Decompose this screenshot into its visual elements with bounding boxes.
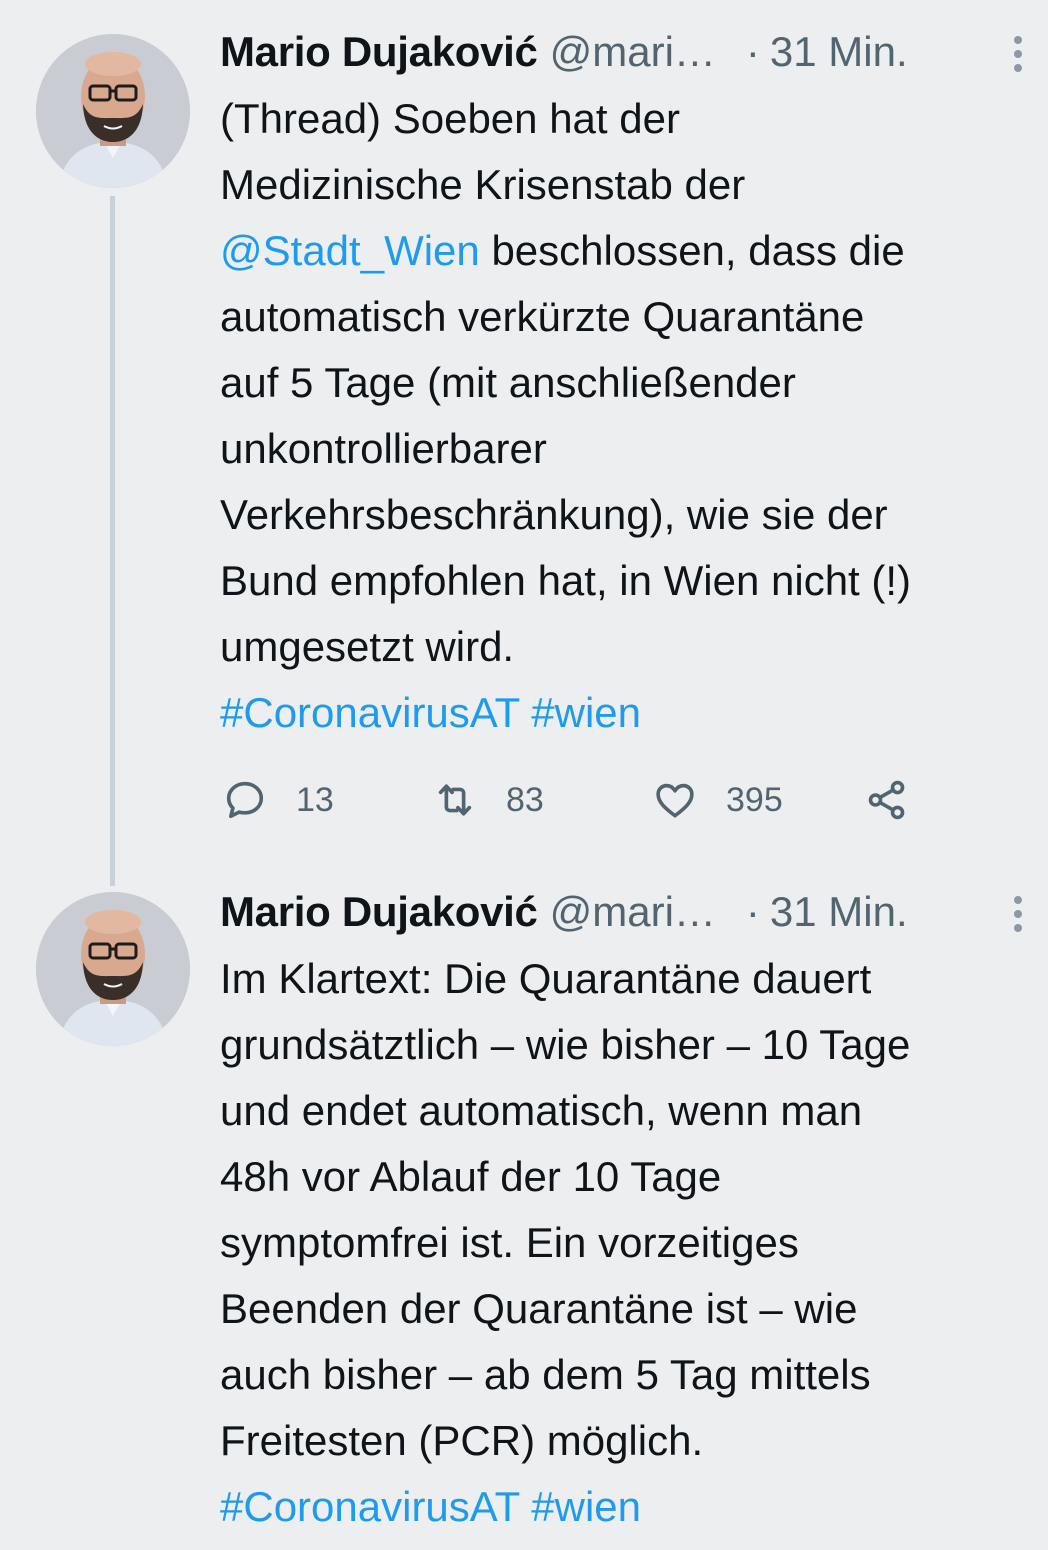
reply-count: 13 <box>296 780 334 819</box>
tweet-text: (Thread) Soeben hat der Medizinische Kri… <box>220 86 1040 746</box>
avatar[interactable] <box>36 34 190 188</box>
tweet-text-line: automatisch verkürzte Quarantäne <box>220 293 865 340</box>
hashtag-link[interactable]: #CoronavirusAT <box>220 689 520 736</box>
tweet-text-segment: beschlossen, dass die <box>491 227 905 274</box>
tweet-text-line: @Stadt_Wien beschlossen, dass die <box>220 218 1040 284</box>
tweet-text-line: und endet automatisch, wenn man <box>220 1087 863 1134</box>
retweet-count: 83 <box>506 780 544 819</box>
hashtag-line: #CoronavirusAT #wien <box>220 680 1040 746</box>
tweet-text-line: unkontrollierbarer <box>220 425 547 472</box>
mention-link[interactable]: @Stadt_Wien <box>220 227 480 274</box>
tweet-text: Im Klartext: Die Quarantäne dauert grund… <box>220 946 1040 1540</box>
header-separator: · <box>745 28 760 75</box>
tweet-content: Mario Dujaković @mari… · 31 Min. (Thread… <box>220 22 1038 746</box>
tweet-text-line: Verkehrsbeschränkung), wie sie der <box>220 491 888 538</box>
hashtag-link[interactable]: #wien <box>531 1483 641 1530</box>
retweet-button[interactable]: 83 <box>432 770 544 830</box>
reply-button[interactable]: 13 <box>222 770 334 830</box>
tweet-text-line: auch bisher – ab dem 5 Tag mittels <box>220 1351 871 1398</box>
thread-connector-line <box>110 196 115 886</box>
tweet-timestamp[interactable]: 31 Min. <box>770 28 908 76</box>
author-name[interactable]: Mario Dujaković <box>220 28 538 76</box>
tweet-text-line: umgesetzt wird. <box>220 623 515 670</box>
tweet-header: Mario Dujaković @mari… · 31 Min. <box>220 882 1038 942</box>
reply-icon <box>226 781 264 819</box>
hashtag-link[interactable]: #CoronavirusAT <box>220 1483 520 1530</box>
tweet-text-line: symptomfrei ist. Ein vorzeitiges <box>220 1219 799 1266</box>
hashtag-link[interactable]: #wien <box>531 689 641 736</box>
heart-icon <box>656 783 694 818</box>
avatar-photo <box>36 34 190 188</box>
tweet-timestamp[interactable]: 31 Min. <box>770 888 908 936</box>
tweet-text-line: Medizinische Krisenstab der <box>220 161 746 208</box>
avatar-photo <box>36 892 190 1046</box>
tweet-text-line: Beenden der Quarantäne ist – wie <box>220 1285 858 1332</box>
like-button[interactable]: 395 <box>652 770 783 830</box>
share-icon <box>868 780 905 820</box>
tweet-text-line: Bund empfohlen hat, in Wien nicht (!) <box>220 557 912 604</box>
tweet[interactable]: Mario Dujaković @mari… · 31 Min. (Thread… <box>0 0 1048 886</box>
author-name[interactable]: Mario Dujaković <box>220 888 538 936</box>
tweet-text-line: grundsätztlich – wie bisher – 10 Tage <box>220 1021 911 1068</box>
tweet-text-line: (Thread) Soeben hat der <box>220 95 680 142</box>
author-handle[interactable]: @mari… <box>550 888 716 936</box>
more-options-icon[interactable] <box>1008 896 1028 932</box>
hashtag-line: #CoronavirusAT #wien <box>220 1474 1040 1540</box>
retweet-icon <box>438 784 472 816</box>
avatar[interactable] <box>36 892 190 1046</box>
tweet-text-line: Im Klartext: Die Quarantäne dauert <box>220 955 872 1002</box>
share-button[interactable] <box>864 770 910 830</box>
tweet-actions: 13 83 395 <box>220 770 940 830</box>
more-options-icon[interactable] <box>1008 36 1028 72</box>
header-separator: · <box>745 888 760 935</box>
tweet-text-line: 48h vor Ablauf der 10 Tage <box>220 1153 722 1200</box>
tweet-text-line: Freitesten (PCR) möglich. <box>220 1417 704 1464</box>
tweet-content: Mario Dujaković @mari… · 31 Min. Im Klar… <box>220 882 1038 1540</box>
tweet[interactable]: Mario Dujaković @mari… · 31 Min. Im Klar… <box>0 880 1048 1550</box>
tweet-header: Mario Dujaković @mari… · 31 Min. <box>220 22 1038 82</box>
author-handle[interactable]: @mari… <box>550 28 716 76</box>
tweet-text-line: auf 5 Tage (mit anschließender <box>220 359 796 406</box>
like-count: 395 <box>726 780 783 819</box>
